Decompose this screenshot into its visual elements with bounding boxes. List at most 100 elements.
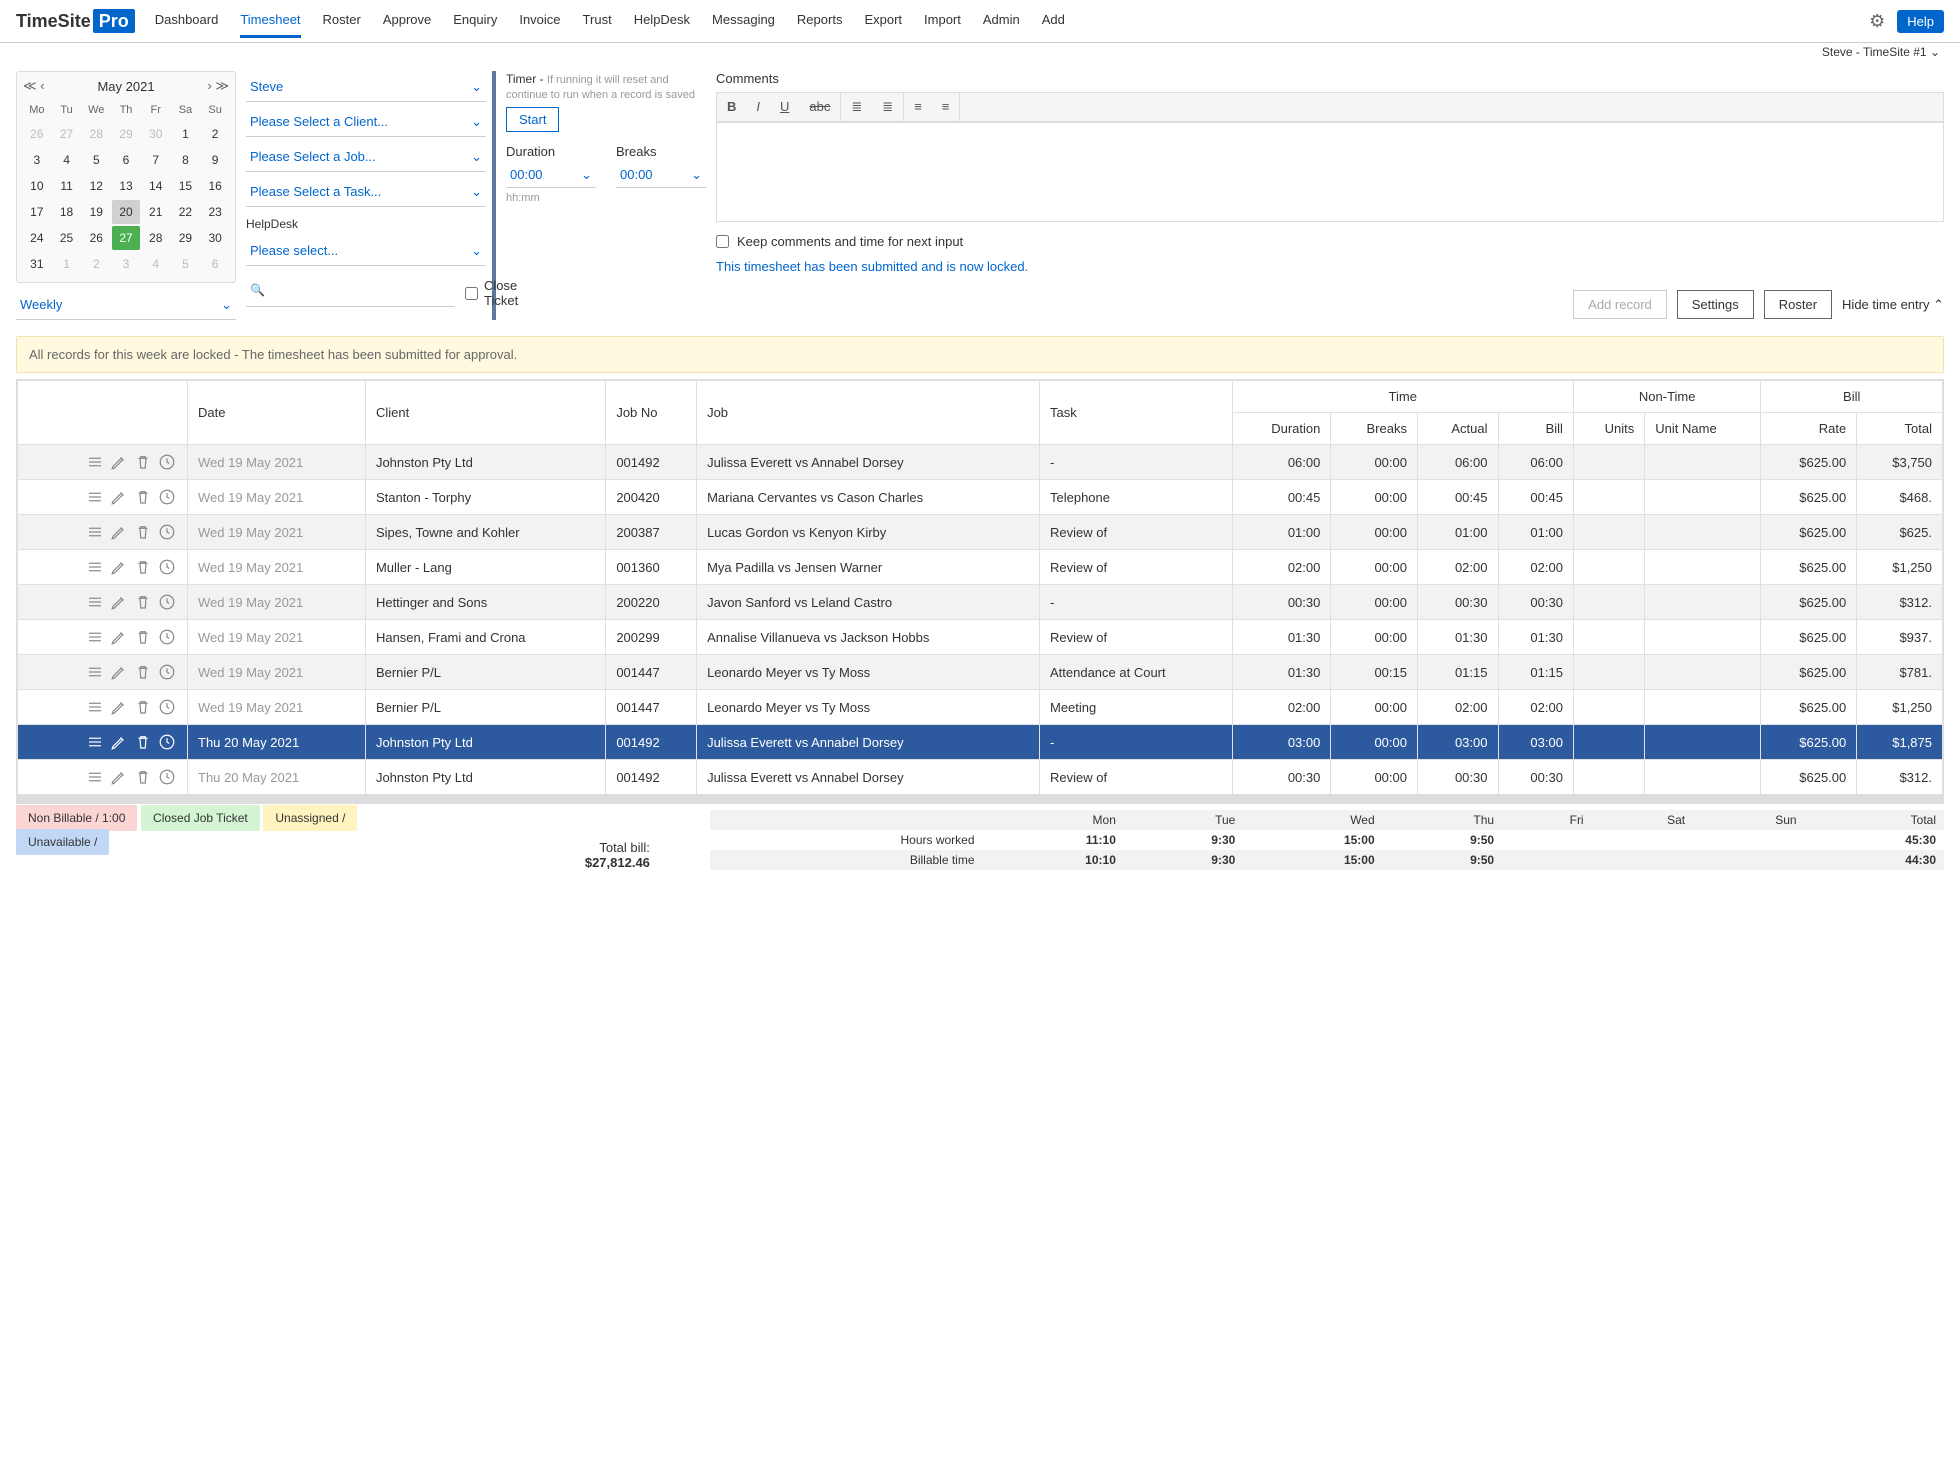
col-job[interactable]: Job [697, 381, 1040, 445]
cal-day[interactable]: 12 [82, 174, 110, 198]
close-ticket-checkbox[interactable] [465, 287, 478, 300]
clock-icon[interactable] [158, 733, 176, 751]
col-unitname[interactable]: Unit Name [1645, 413, 1761, 445]
delete-icon[interactable] [134, 768, 152, 786]
cal-day[interactable]: 17 [23, 200, 51, 224]
nav-trust[interactable]: Trust [583, 4, 612, 38]
drag-icon[interactable] [86, 523, 104, 541]
cal-day[interactable]: 2 [201, 122, 229, 146]
delete-icon[interactable] [134, 698, 152, 716]
italic-button[interactable]: I [746, 93, 770, 121]
drag-icon[interactable] [86, 733, 104, 751]
cal-day[interactable]: 5 [172, 252, 200, 276]
cal-day[interactable]: 6 [112, 148, 140, 172]
cal-day[interactable]: 26 [82, 226, 110, 250]
close-ticket-check[interactable]: Close Ticket [465, 278, 518, 308]
cal-day[interactable]: 15 [172, 174, 200, 198]
col-task[interactable]: Task [1039, 381, 1232, 445]
drag-icon[interactable] [86, 593, 104, 611]
cal-day[interactable]: 4 [53, 148, 81, 172]
clock-icon[interactable] [158, 558, 176, 576]
cal-day[interactable]: 30 [201, 226, 229, 250]
breaks-select[interactable]: 00:00⌄ [616, 163, 706, 188]
bold-button[interactable]: B [717, 93, 746, 121]
cal-day[interactable]: 28 [142, 226, 170, 250]
cal-day[interactable]: 18 [53, 200, 81, 224]
clock-icon[interactable] [158, 698, 176, 716]
helpdesk-select[interactable]: Please select...⌄ [246, 235, 486, 266]
cal-day[interactable]: 5 [82, 148, 110, 172]
start-button[interactable]: Start [506, 107, 559, 132]
duration-select[interactable]: 00:00⌄ [506, 163, 596, 188]
clock-icon[interactable] [158, 663, 176, 681]
delete-icon[interactable] [134, 488, 152, 506]
edit-icon[interactable] [110, 453, 128, 471]
cal-next[interactable]: › ≫ [207, 78, 229, 94]
strike-button[interactable]: abc [799, 93, 840, 121]
cal-day[interactable]: 3 [23, 148, 51, 172]
ul-button[interactable]: ≡ [932, 93, 960, 121]
col-actual[interactable]: Actual [1417, 413, 1498, 445]
table-row[interactable]: Wed 19 May 2021Stanton - Torphy200420Mar… [18, 480, 1943, 515]
cal-day[interactable]: 16 [201, 174, 229, 198]
edit-icon[interactable] [110, 733, 128, 751]
cal-day[interactable]: 19 [82, 200, 110, 224]
delete-icon[interactable] [134, 593, 152, 611]
cal-day[interactable]: 9 [201, 148, 229, 172]
edit-icon[interactable] [110, 663, 128, 681]
keep-check[interactable]: Keep comments and time for next input [716, 234, 1944, 249]
col-total[interactable]: Total [1857, 413, 1943, 445]
roster-button[interactable]: Roster [1764, 290, 1832, 319]
nav-approve[interactable]: Approve [383, 4, 431, 38]
indent-button[interactable]: ≣ [841, 93, 872, 121]
edit-icon[interactable] [110, 698, 128, 716]
cal-day[interactable]: 1 [172, 122, 200, 146]
nav-import[interactable]: Import [924, 4, 961, 38]
cal-day[interactable]: 11 [53, 174, 81, 198]
table-row[interactable]: Wed 19 May 2021Bernier P/L001447Leonardo… [18, 690, 1943, 725]
clock-icon[interactable] [158, 523, 176, 541]
nav-timesheet[interactable]: Timesheet [240, 4, 300, 38]
cal-prev[interactable]: ≪ ‹ [23, 78, 45, 94]
cal-day[interactable]: 29 [112, 122, 140, 146]
drag-icon[interactable] [86, 453, 104, 471]
person-select[interactable]: Steve⌄ [246, 71, 486, 102]
comment-textarea[interactable] [716, 122, 1944, 222]
cal-day[interactable]: 27 [53, 122, 81, 146]
table-row[interactable]: Thu 20 May 2021Johnston Pty Ltd001492Jul… [18, 725, 1943, 760]
delete-icon[interactable] [134, 663, 152, 681]
col-bill[interactable]: Bill [1498, 413, 1573, 445]
h-scrollbar[interactable] [16, 796, 1944, 804]
cal-day[interactable]: 8 [172, 148, 200, 172]
delete-icon[interactable] [134, 628, 152, 646]
edit-icon[interactable] [110, 768, 128, 786]
cal-day[interactable]: 25 [53, 226, 81, 250]
delete-icon[interactable] [134, 733, 152, 751]
cal-day[interactable]: 10 [23, 174, 51, 198]
cal-day[interactable]: 7 [142, 148, 170, 172]
cal-day[interactable]: 14 [142, 174, 170, 198]
client-select[interactable]: Please Select a Client...⌄ [246, 106, 486, 137]
keep-checkbox[interactable] [716, 235, 729, 248]
edit-icon[interactable] [110, 593, 128, 611]
cal-day[interactable]: 26 [23, 122, 51, 146]
job-select[interactable]: Please Select a Job...⌄ [246, 141, 486, 172]
col-units[interactable]: Units [1573, 413, 1644, 445]
clock-icon[interactable] [158, 593, 176, 611]
nav-roster[interactable]: Roster [323, 4, 361, 38]
cal-day[interactable]: 27 [112, 226, 140, 250]
cal-day[interactable]: 4 [142, 252, 170, 276]
cal-day[interactable]: 3 [112, 252, 140, 276]
col-jobno[interactable]: Job No [606, 381, 697, 445]
nav-messaging[interactable]: Messaging [712, 4, 775, 38]
drag-icon[interactable] [86, 698, 104, 716]
cal-day[interactable]: 23 [201, 200, 229, 224]
nav-invoice[interactable]: Invoice [519, 4, 560, 38]
col-rate[interactable]: Rate [1761, 413, 1857, 445]
cal-day[interactable]: 13 [112, 174, 140, 198]
view-mode-select[interactable]: Weekly ⌄ [16, 291, 236, 320]
cal-day[interactable]: 21 [142, 200, 170, 224]
gear-icon[interactable]: ⚙ [1869, 11, 1885, 32]
col-client[interactable]: Client [365, 381, 605, 445]
drag-icon[interactable] [86, 488, 104, 506]
